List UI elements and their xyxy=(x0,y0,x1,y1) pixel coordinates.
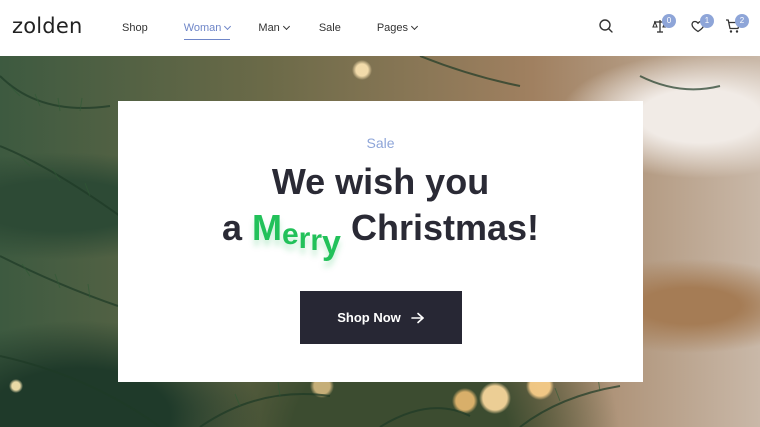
headline-highlight-merry: Merry xyxy=(251,207,341,262)
arrow-right-icon xyxy=(410,312,425,324)
nav-item-pages[interactable]: Pages xyxy=(376,22,419,34)
highlight-letter: y xyxy=(322,224,341,262)
headline-line-2: a Merry Christmas! xyxy=(118,207,643,262)
highlight-letter: e xyxy=(281,218,299,251)
search-button[interactable] xyxy=(598,18,618,38)
site-header: zolden Shop Woman Man Sale Pages 0 1 2 xyxy=(0,0,760,56)
chevron-down-icon xyxy=(411,22,419,31)
nav-item-woman[interactable]: Woman xyxy=(183,22,232,40)
nav-item-label: Pages xyxy=(376,22,409,34)
nav-item-label: Man xyxy=(258,22,280,34)
main-nav: Shop Woman Man Sale Pages xyxy=(122,0,419,56)
compare-count-badge: 0 xyxy=(662,14,676,28)
highlight-letter: r xyxy=(310,224,323,257)
cart-count-badge: 2 xyxy=(735,14,749,28)
wishlist-button[interactable]: 1 xyxy=(690,14,714,38)
shop-now-button[interactable]: Shop Now xyxy=(300,291,462,344)
nav-item-label: Woman xyxy=(183,22,222,34)
nav-item-shop[interactable]: Shop xyxy=(122,22,148,34)
logo[interactable]: zolden xyxy=(12,14,82,38)
cart-button[interactable]: 2 xyxy=(725,14,749,38)
nav-item-sale[interactable]: Sale xyxy=(319,22,341,34)
highlight-letter: M xyxy=(251,207,282,248)
search-icon xyxy=(599,19,613,33)
headline-prefix: a xyxy=(221,207,242,248)
highlight-letter: r xyxy=(298,222,311,255)
shop-now-label: Shop Now xyxy=(337,310,401,325)
nav-item-label: Shop xyxy=(122,22,148,34)
headline-suffix: Christmas! xyxy=(350,207,540,248)
promo-card: Sale We wish you a Merry Christmas! Shop… xyxy=(118,101,643,382)
nav-item-man[interactable]: Man xyxy=(258,22,290,34)
compare-button[interactable]: 0 xyxy=(652,14,676,38)
wishlist-count-badge: 1 xyxy=(700,14,714,28)
headline-line-1: We wish you xyxy=(271,161,490,202)
sale-label: Sale xyxy=(366,135,395,151)
chevron-down-icon xyxy=(282,22,290,31)
chevron-down-icon xyxy=(224,22,232,31)
nav-item-label: Sale xyxy=(318,22,341,34)
hero-banner: Sale We wish you a Merry Christmas! Shop… xyxy=(0,56,760,427)
